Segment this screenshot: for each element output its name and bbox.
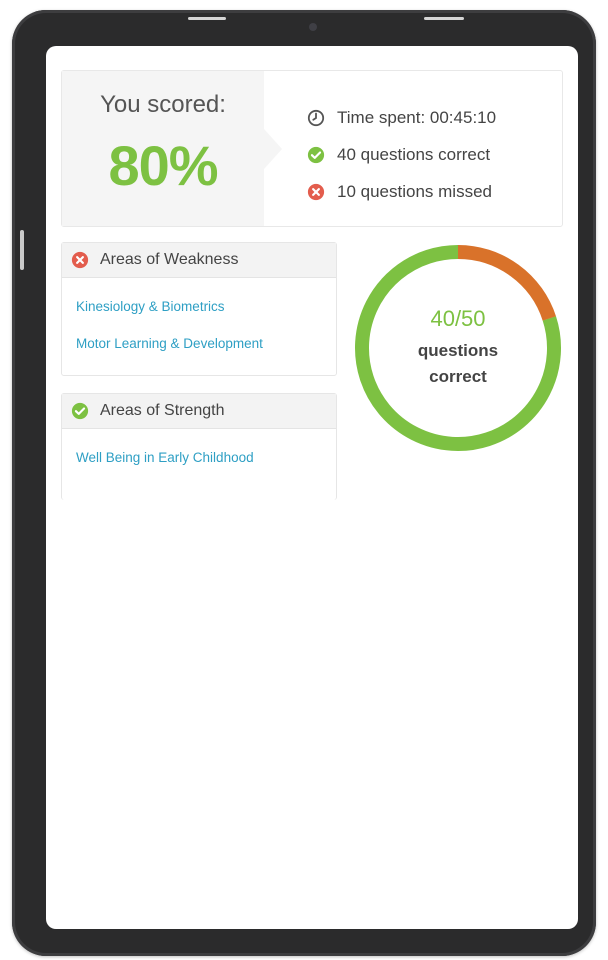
score-pointer (264, 129, 282, 169)
strength-topic-link[interactable]: Well Being in Early Childhood (76, 443, 336, 480)
weakness-list: Kinesiology & Biometrics Motor Learning … (62, 278, 336, 366)
weakness-topic-link[interactable]: Motor Learning & Development (76, 329, 336, 366)
score-panel: You scored: 80% (62, 71, 264, 226)
x-circle-icon (307, 183, 325, 200)
donut-count: 40/50 (430, 306, 486, 331)
strength-panel: Areas of Strength Well Being in Early Ch… (61, 393, 337, 500)
stats-list: Time spent: 00:45:10 40 questions correc… (307, 99, 496, 210)
score-label: You scored: (100, 91, 226, 118)
volume-button (424, 17, 464, 20)
check-circle-icon (307, 146, 325, 163)
clock-icon (307, 109, 325, 126)
score-card: You scored: 80% Time spent: 00:45:10 40 … (61, 70, 563, 227)
strength-header: Areas of Strength (62, 394, 336, 429)
power-button (188, 17, 226, 20)
time-spent-text: Time spent: 00:45:10 (337, 107, 497, 127)
weakness-topic-link[interactable]: Kinesiology & Biometrics (76, 292, 336, 329)
donut-label-line1: questions (417, 341, 499, 360)
weakness-header: Areas of Weakness (62, 243, 336, 278)
donut-center: 40/50 questions correct (350, 240, 566, 456)
correct-count-text: 40 questions correct (337, 144, 491, 164)
missed-count-text: 10 questions missed (337, 181, 492, 201)
check-circle-icon (71, 402, 89, 420)
camera (309, 23, 317, 31)
stat-correct: 40 questions correct (307, 136, 496, 173)
score-value: 80% (108, 134, 218, 197)
stat-missed: 10 questions missed (307, 173, 496, 210)
donut-label-line2: correct (429, 367, 487, 386)
side-button (20, 230, 24, 270)
x-circle-icon (71, 251, 89, 269)
strength-list: Well Being in Early Childhood (62, 429, 336, 480)
weakness-title: Areas of Weakness (100, 251, 239, 268)
screen: You scored: 80% Time spent: 00:45:10 40 … (46, 46, 578, 929)
tablet-frame: You scored: 80% Time spent: 00:45:10 40 … (12, 10, 596, 956)
weakness-panel: Areas of Weakness Kinesiology & Biometri… (61, 242, 337, 376)
stat-time-spent: Time spent: 00:45:10 (307, 99, 496, 136)
strength-title: Areas of Strength (100, 402, 225, 419)
